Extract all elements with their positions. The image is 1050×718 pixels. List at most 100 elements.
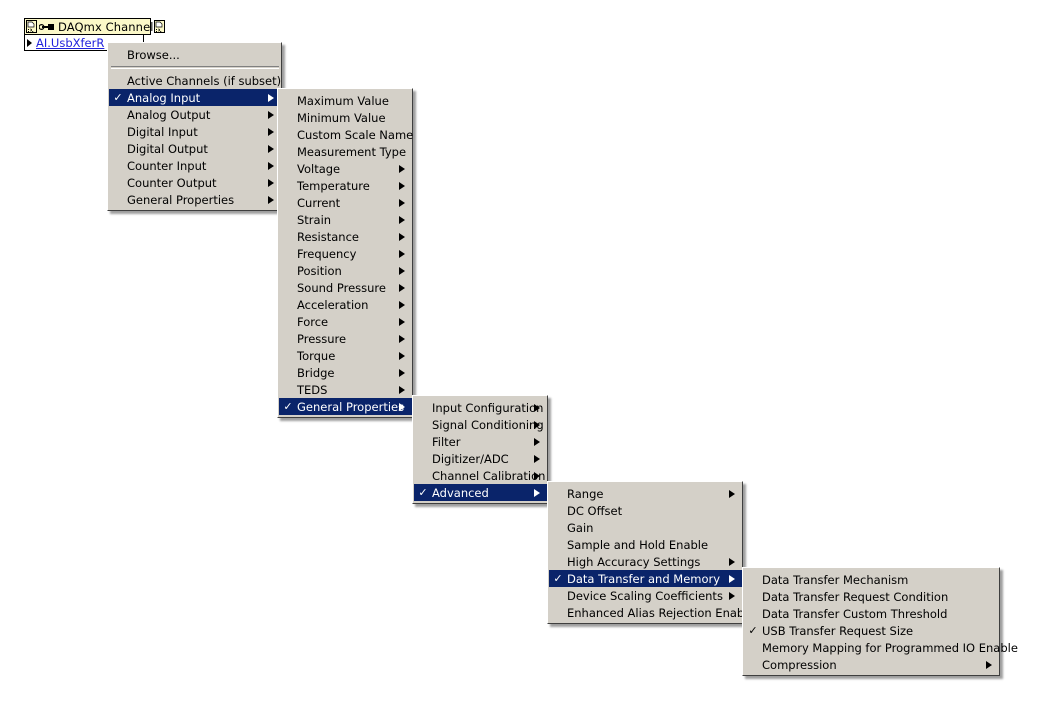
- general-properties-submenu[interactable]: Input Configuration Signal Conditioning Fi…: [412, 395, 548, 504]
- menu-item-bridge[interactable]: Bridge: [279, 364, 412, 381]
- menu-item-compression[interactable]: Compression: [744, 656, 999, 673]
- submenu-arrow-icon: [268, 127, 274, 136]
- menu-item-label: Custom Scale Name: [297, 127, 414, 142]
- submenu-arrow-icon: [729, 574, 735, 583]
- wire-connector-icon: [39, 23, 54, 30]
- menu-item-advanced[interactable]: ✓ Advanced: [414, 484, 547, 501]
- menu-item-label: Bridge: [297, 365, 335, 380]
- menu-item-signal-conditioning[interactable]: Signal Conditioning: [414, 416, 547, 433]
- menu-item-data-transfer-mechanism[interactable]: Data Transfer Mechanism: [744, 571, 999, 588]
- menu-item-measurement-type[interactable]: Measurement Type: [279, 143, 412, 160]
- menu-item-dc-offset[interactable]: DC Offset: [549, 502, 742, 519]
- submenu-arrow-icon: [268, 110, 274, 119]
- menu-item-teds[interactable]: TEDS: [279, 381, 412, 398]
- menu-item-label: Force: [297, 314, 329, 329]
- menu-item-browse[interactable]: Browse...: [109, 46, 281, 63]
- submenu-arrow-icon: [986, 660, 992, 669]
- menu-item-label: Maximum Value: [297, 93, 389, 108]
- menu-item-digital-input[interactable]: Digital Input: [109, 123, 281, 140]
- menu-item-label: Minimum Value: [297, 110, 386, 125]
- menu-item-analog-output[interactable]: Analog Output: [109, 106, 281, 123]
- menu-item-label: Current: [297, 195, 341, 210]
- submenu-arrow-icon: [268, 93, 274, 102]
- menu-item-data-transfer-custom-threshold[interactable]: Data Transfer Custom Threshold: [744, 605, 999, 622]
- daqmx-channel-root-menu[interactable]: Browse... Active Channels (if subset) ✓ Ana…: [107, 42, 282, 211]
- menu-item-usb-transfer-request-size[interactable]: ✓ USB Transfer Request Size: [744, 622, 999, 639]
- submenu-arrow-icon: [399, 351, 405, 360]
- menu-item-label: Digitizer/ADC: [432, 451, 509, 466]
- menu-item-label: Torque: [297, 348, 336, 363]
- menu-item-torque[interactable]: Torque: [279, 347, 412, 364]
- menu-item-label: DC Offset: [567, 503, 623, 518]
- menu-item-counter-input[interactable]: Counter Input: [109, 157, 281, 174]
- menu-item-high-accuracy-settings[interactable]: High Accuracy Settings: [549, 553, 742, 570]
- triangle-right-icon[interactable]: [27, 38, 32, 47]
- menu-item-memory-mapping-for-programmed-io-enable[interactable]: Memory Mapping for Programmed IO Enable: [744, 639, 1018, 656]
- menu-item-analog-input[interactable]: ✓ Analog Input: [109, 89, 281, 106]
- menu-item-label: Data Transfer Request Condition: [762, 589, 949, 604]
- menu-item-custom-scale-name[interactable]: Custom Scale Name: [279, 126, 413, 143]
- menu-item-general-properties[interactable]: General Properties: [109, 191, 281, 208]
- menu-item-maximum-value[interactable]: Maximum Value: [279, 92, 412, 109]
- submenu-arrow-icon: [729, 557, 735, 566]
- menu-item-label: Counter Output: [127, 175, 217, 190]
- menu-item-current[interactable]: Current: [279, 194, 412, 211]
- submenu-arrow-icon: [268, 144, 274, 153]
- menu-item-range[interactable]: Range: [549, 485, 742, 502]
- menu-item-resistance[interactable]: Resistance: [279, 228, 412, 245]
- menu-item-label: Resistance: [297, 229, 359, 244]
- menu-item-sample-and-hold-enable[interactable]: Sample and Hold Enable: [549, 536, 742, 553]
- submenu-arrow-icon: [399, 266, 405, 275]
- menu-item-voltage[interactable]: Voltage: [279, 160, 412, 177]
- menu-item-position[interactable]: Position: [279, 262, 412, 279]
- submenu-arrow-icon: [534, 488, 540, 497]
- menu-item-label: Data Transfer and Memory: [567, 571, 721, 586]
- menu-item-label: Analog Output: [127, 107, 211, 122]
- menu-item-data-transfer-request-condition[interactable]: Data Transfer Request Condition: [744, 588, 999, 605]
- daqmx-channel-header: DAQmx Channel: [24, 18, 165, 35]
- menu-item-label: Signal Conditioning: [432, 417, 544, 432]
- menu-item-label: Input Configuration: [432, 400, 544, 415]
- menu-item-minimum-value[interactable]: Minimum Value: [279, 109, 412, 126]
- menu-item-acceleration[interactable]: Acceleration: [279, 296, 412, 313]
- menu-item-enhanced-alias-rejection-enable[interactable]: Enhanced Alias Rejection Enable: [549, 604, 754, 621]
- submenu-arrow-icon: [729, 489, 735, 498]
- submenu-arrow-icon: [399, 402, 405, 411]
- submenu-arrow-icon: [534, 420, 540, 429]
- menu-item-label: Voltage: [297, 161, 341, 176]
- menu-item-label: General Properties: [127, 192, 235, 207]
- menu-item-label: Frequency: [297, 246, 357, 261]
- menu-item-frequency[interactable]: Frequency: [279, 245, 412, 262]
- menu-item-label: Range: [567, 486, 604, 501]
- menu-item-temperature[interactable]: Temperature: [279, 177, 412, 194]
- advanced-submenu[interactable]: Range DC Offset Gain Sample and Hold Enable…: [547, 481, 754, 624]
- menu-item-pressure[interactable]: Pressure: [279, 330, 412, 347]
- menu-item-label: Temperature: [297, 178, 370, 193]
- menu-item-label: TEDS: [297, 382, 328, 397]
- analog-input-submenu[interactable]: Maximum Value Minimum Value Custom Scale N…: [277, 88, 413, 418]
- menu-item-data-transfer-and-memory[interactable]: ✓ Data Transfer and Memory: [549, 570, 742, 587]
- submenu-arrow-icon: [399, 283, 405, 292]
- submenu-arrow-icon: [534, 403, 540, 412]
- menu-item-gain[interactable]: Gain: [549, 519, 742, 536]
- menu-item-digital-output[interactable]: Digital Output: [109, 140, 281, 157]
- submenu-arrow-icon: [399, 232, 405, 241]
- menu-item-filter[interactable]: Filter: [414, 433, 547, 450]
- menu-separator: [111, 66, 279, 69]
- menu-item-force[interactable]: Force: [279, 313, 412, 330]
- menu-item-strain[interactable]: Strain: [279, 211, 412, 228]
- submenu-arrow-icon: [399, 181, 405, 190]
- menu-item-digitizer-adc[interactable]: Digitizer/ADC: [414, 450, 547, 467]
- menu-item-general-properties[interactable]: ✓ General Properties: [279, 398, 412, 415]
- menu-item-active-channels-if-subset[interactable]: Active Channels (if subset): [109, 72, 281, 89]
- menu-item-sound-pressure[interactable]: Sound Pressure: [279, 279, 412, 296]
- menu-item-label: Digital Output: [127, 141, 208, 156]
- menu-items: Range DC Offset Gain Sample and Hold Enable…: [548, 484, 754, 621]
- daqmx-channel-value: AI.UsbXferR: [36, 35, 105, 50]
- data-transfer-and-memory-submenu[interactable]: Data Transfer Mechanism Data Transfer Req…: [742, 567, 1018, 676]
- menu-item-input-configuration[interactable]: Input Configuration: [414, 399, 547, 416]
- menu-item-channel-calibration[interactable]: Channel Calibration: [414, 467, 547, 484]
- document-glyph-icon: [26, 20, 37, 33]
- menu-item-counter-output[interactable]: Counter Output: [109, 174, 281, 191]
- menu-item-device-scaling-coefficients[interactable]: Device Scaling Coefficients: [549, 587, 742, 604]
